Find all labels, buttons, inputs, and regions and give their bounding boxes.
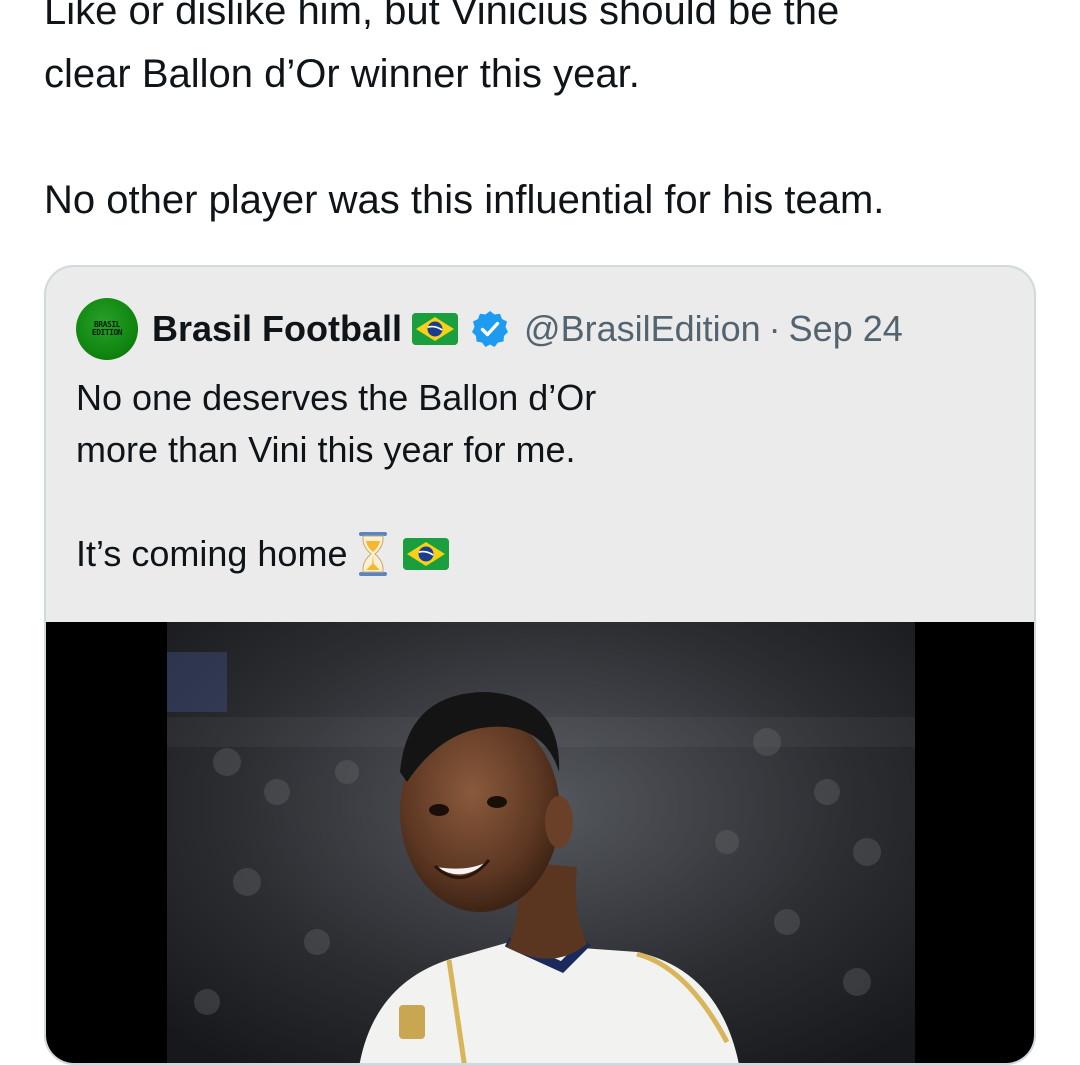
hourglass-icon [359, 532, 388, 576]
avatar[interactable]: BRASIL EDITION [76, 298, 138, 360]
author-handle[interactable]: @BrasilEdition [524, 308, 761, 350]
player-photo[interactable] [167, 622, 915, 1063]
quoted-tweet-media[interactable] [46, 622, 1034, 1063]
quoted-text-last-line: It’s coming home [76, 528, 1016, 580]
author-name[interactable]: Brasil Football [152, 308, 402, 350]
post-date[interactable]: Sep 24 [789, 308, 903, 350]
brazil-flag-icon [403, 538, 450, 570]
separator-dot: · [768, 308, 781, 349]
quoted-tweet-body: No one deserves the Ballon d’Or more tha… [76, 372, 1016, 580]
quoted-tweet-header: BRASIL EDITION Brasil Football @BrasilEdi… [76, 297, 903, 361]
quoted-text-line: more than Vini this year for me. [76, 429, 576, 470]
quoted-tweet-card[interactable]: BRASIL EDITION Brasil Football @BrasilEdi… [44, 265, 1036, 1065]
verified-badge-icon [472, 311, 509, 347]
tweet-text-line: No other player was this influential for… [44, 178, 885, 222]
quoted-text-line: It’s coming home [76, 533, 348, 574]
tweet-text-line: clear Ballon d’Or winner this year. [44, 52, 640, 96]
brazil-flag-icon [412, 313, 459, 345]
tweet-body: Like or dislike him, but Vinicius should… [44, 0, 1044, 232]
player-photo-illustration [167, 622, 915, 1063]
quoted-text-line: No one deserves the Ballon d’Or [76, 377, 597, 418]
tweet-text-line: Like or dislike him, but Vinicius should… [44, 0, 840, 33]
avatar-logo-text: BRASIL EDITION [91, 320, 123, 337]
